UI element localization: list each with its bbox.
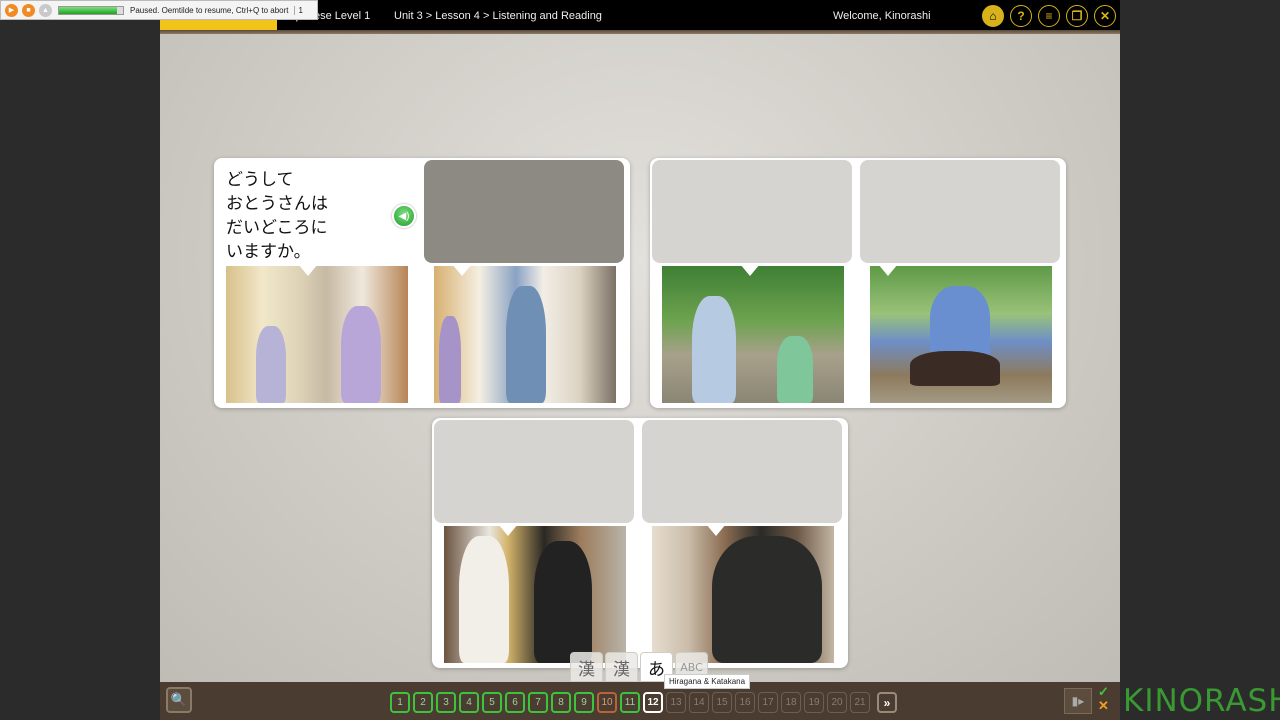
figure — [712, 536, 822, 663]
question-cell: どうして おとうさんは だいどころに いますか。 ◀) — [214, 158, 416, 404]
window-icon[interactable]: ❐ — [1066, 5, 1088, 27]
figure — [506, 286, 546, 403]
page-button-8[interactable]: 8 — [551, 692, 571, 713]
page-button-5[interactable]: 5 — [482, 692, 502, 713]
photo-girls-in-hallway[interactable] — [226, 266, 408, 403]
answer-slot-selected[interactable] — [424, 160, 624, 263]
stop-button[interactable]: ■ — [22, 3, 35, 17]
page-button-11[interactable]: 11 — [620, 692, 640, 713]
photo-woman-washing-dog[interactable] — [870, 266, 1052, 403]
bubble-tail — [740, 264, 760, 276]
zoom-button[interactable]: 🔍 — [166, 687, 192, 713]
answer-cell[interactable] — [650, 158, 852, 404]
answer-cell[interactable] — [858, 158, 1060, 404]
top-bar-divider — [160, 30, 1120, 34]
page-button-20[interactable]: 20 — [827, 692, 847, 713]
next-pages-button[interactable]: » — [877, 692, 897, 713]
question-line: どうして — [226, 170, 294, 190]
magnifier-icon: 🔍 — [170, 692, 188, 707]
answer-tool-button[interactable]: ▮▸ — [1064, 688, 1092, 714]
figure — [459, 536, 509, 663]
eject-button[interactable]: ▲ — [39, 3, 52, 17]
bubble-tail — [498, 524, 518, 536]
recorder-progress — [58, 5, 124, 15]
figure — [534, 541, 592, 663]
question-line: だいどころに — [226, 218, 328, 238]
page-button-1[interactable]: 1 — [390, 692, 410, 713]
page-button-2[interactable]: 2 — [413, 692, 433, 713]
answer-cell[interactable] — [422, 158, 624, 404]
photo-man-with-glass[interactable] — [652, 526, 834, 663]
script-tab-kanji[interactable]: 漢 — [570, 652, 603, 682]
script-tooltip: Hiragana & Katakana — [664, 674, 751, 689]
resume-button[interactable]: ▶ — [5, 3, 18, 17]
question-line: いますか。 — [226, 242, 311, 262]
book-icon: ▮▸ — [1071, 694, 1085, 708]
help-icon[interactable]: ? — [1010, 5, 1032, 27]
page-button-17[interactable]: 17 — [758, 692, 778, 713]
answer-cell[interactable] — [432, 418, 634, 664]
page-button-19[interactable]: 19 — [804, 692, 824, 713]
figure — [439, 316, 461, 403]
recorder-toolbar: ▶ ■ ▲ Paused. Oemtilde to resume, Ctrl+Q… — [0, 0, 318, 20]
bubble-tail — [706, 524, 726, 536]
bubble-tail — [298, 264, 318, 276]
home-icon[interactable]: ⌂ — [982, 5, 1004, 27]
answer-card-1: どうして おとうさんは だいどころに いますか。 ◀) — [214, 158, 630, 408]
question-bubble: どうして おとうさんは だいどころに いますか。 ◀) — [216, 160, 416, 263]
check-icon: ✓ — [1098, 684, 1109, 699]
answer-cell[interactable] — [640, 418, 842, 664]
page-button-16[interactable]: 16 — [735, 692, 755, 713]
lesson-stage: Japanese Level 1 Unit 3 > Lesson 4 > Lis… — [160, 0, 1120, 720]
figure — [777, 336, 813, 403]
page-button-15[interactable]: 15 — [712, 692, 732, 713]
page-button-12[interactable]: 12 — [643, 692, 663, 713]
script-tab-kanji-furigana[interactable]: 漢 — [605, 652, 638, 682]
answer-slot[interactable] — [860, 160, 1060, 263]
figure — [910, 351, 1000, 386]
score-marks: ✓ ✕ — [1098, 685, 1109, 713]
menu-icon[interactable]: ≡ — [1038, 5, 1060, 27]
figure — [256, 326, 286, 403]
photo-kids-in-park[interactable] — [662, 266, 844, 403]
watermark: KINORASHI — [1123, 683, 1280, 719]
recorder-progress-fill — [59, 6, 117, 14]
close-icon[interactable]: ✕ — [1094, 5, 1116, 27]
breadcrumb: Unit 3 > Lesson 4 > Listening and Readin… — [394, 10, 602, 22]
page-button-10[interactable]: 10 — [597, 692, 617, 713]
bottom-bar: 🔍 1 2 3 4 5 6 7 8 9 10 11 12 13 14 15 16 17 18 19 20 21» ▮▸ … — [160, 682, 1120, 720]
bubble-tail — [452, 264, 472, 276]
page-button-4[interactable]: 4 — [459, 692, 479, 713]
page-button-14[interactable]: 14 — [689, 692, 709, 713]
recorder-status: Paused. Oemtilde to resume, Ctrl+Q to ab… — [130, 5, 289, 15]
recorder-count: 1 — [293, 5, 303, 15]
page-button-3[interactable]: 3 — [436, 692, 456, 713]
figure — [341, 306, 381, 403]
page-button-13[interactable]: 13 — [666, 692, 686, 713]
answer-slot[interactable] — [434, 420, 634, 523]
photo-father-cooking[interactable] — [434, 266, 616, 403]
page-button-21[interactable]: 21 — [850, 692, 870, 713]
figure — [692, 296, 736, 403]
answer-slot[interactable] — [642, 420, 842, 523]
answer-slot[interactable] — [652, 160, 852, 263]
page-button-7[interactable]: 7 — [528, 692, 548, 713]
question-line: おとうさんは — [226, 194, 328, 214]
bubble-tail — [878, 264, 898, 276]
page-button-9[interactable]: 9 — [574, 692, 594, 713]
answer-card-2 — [650, 158, 1066, 408]
answer-card-3 — [432, 418, 848, 668]
page-navigator: 1 2 3 4 5 6 7 8 9 10 11 12 13 14 15 16 17 18 19 20 21» — [390, 692, 897, 713]
page-button-6[interactable]: 6 — [505, 692, 525, 713]
question-text: どうして おとうさんは だいどころに いますか。 — [226, 168, 328, 264]
welcome-text: Welcome, Kinorashi — [833, 10, 931, 22]
photo-men-talking[interactable] — [444, 526, 626, 663]
page-button-18[interactable]: 18 — [781, 692, 801, 713]
x-mark-icon: ✕ — [1098, 698, 1109, 713]
speaker-icon[interactable]: ◀) — [392, 204, 416, 228]
